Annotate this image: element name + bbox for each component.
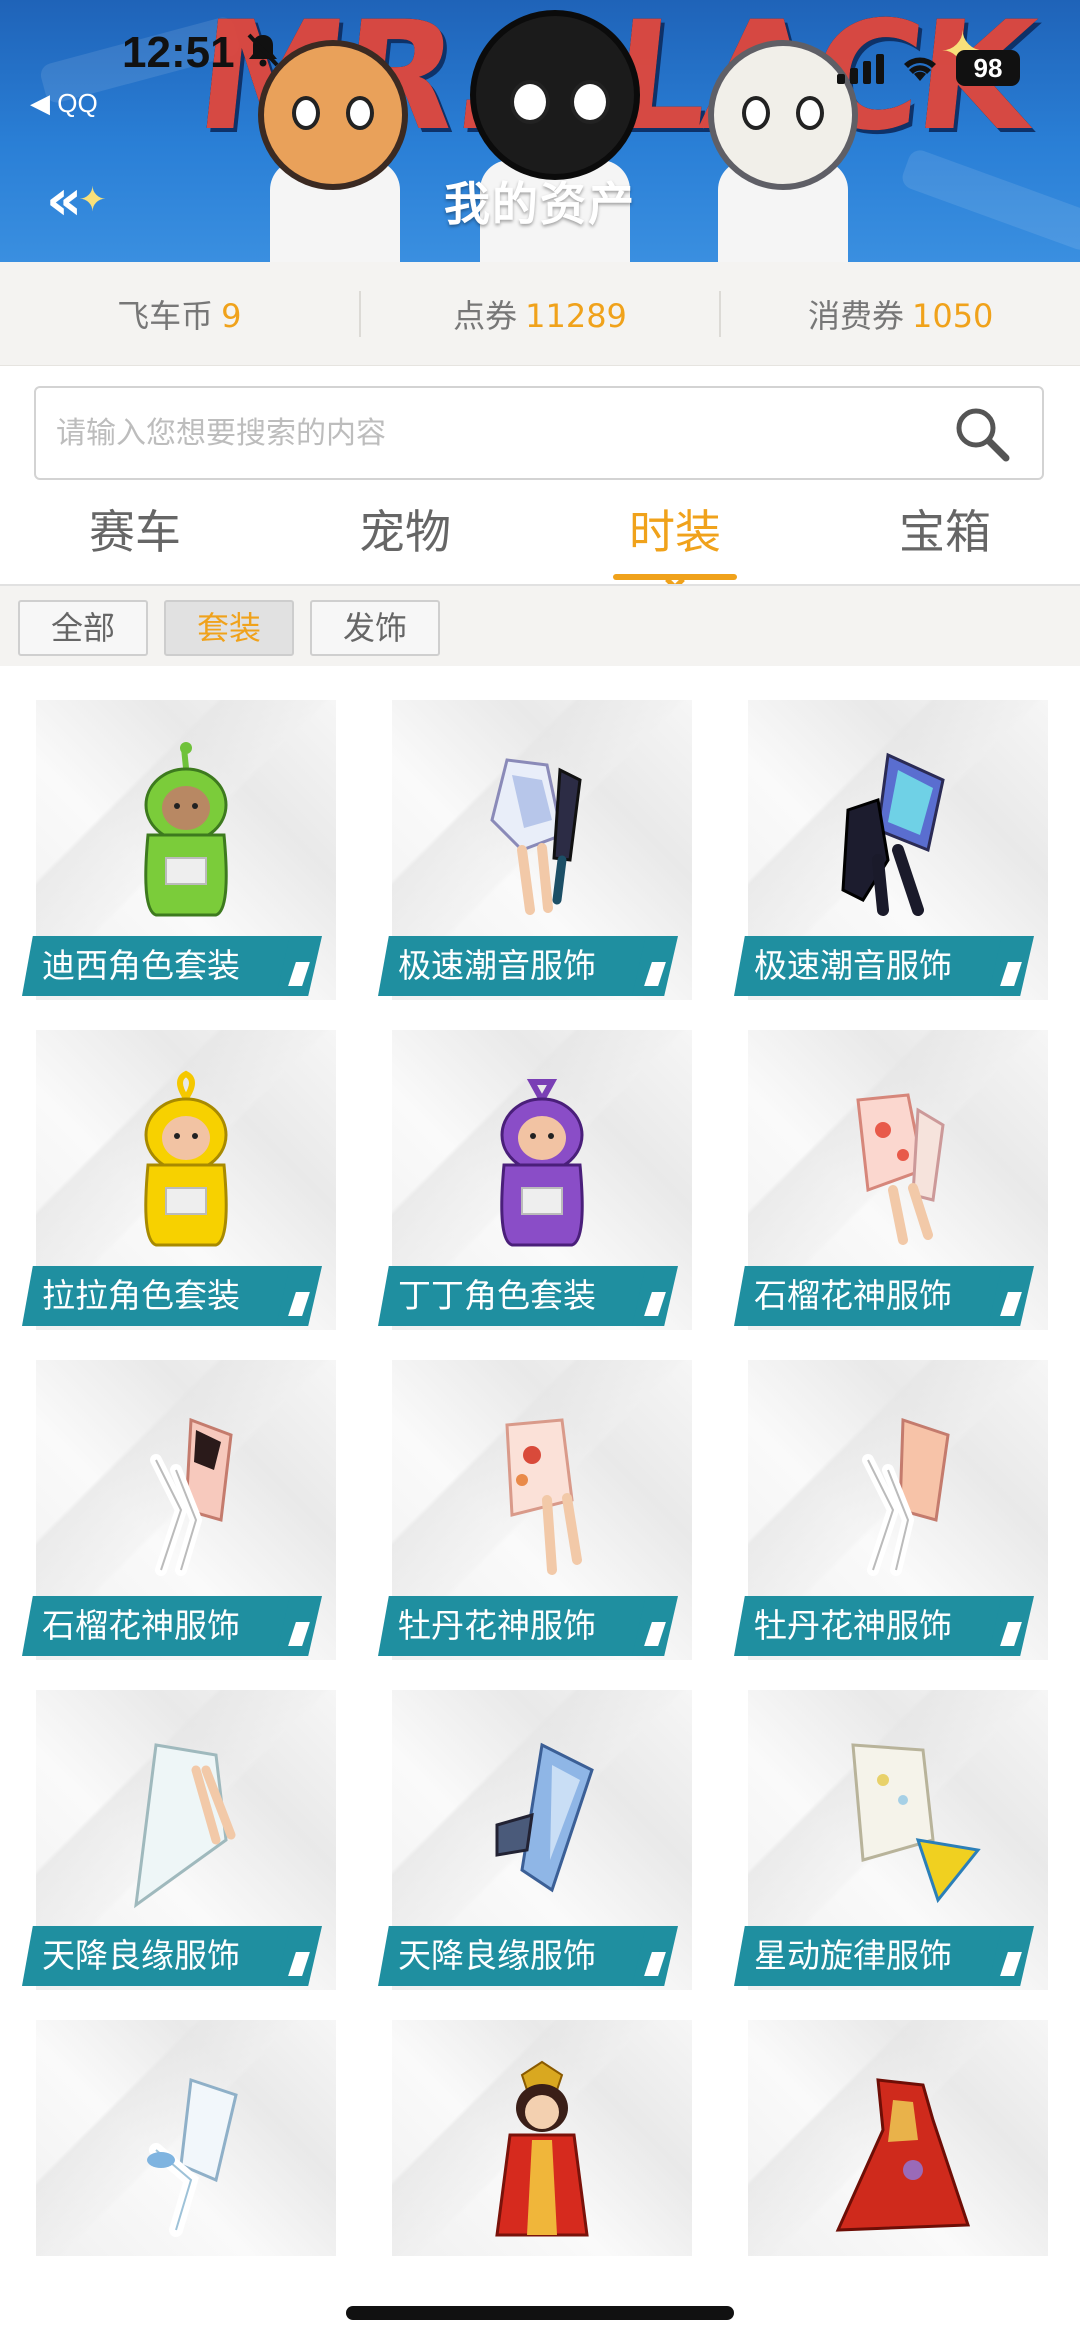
search-input[interactable] bbox=[56, 388, 936, 478]
item-card[interactable]: 极速潮音服饰 bbox=[378, 700, 692, 1000]
filter-hair-accessory[interactable]: 发饰 bbox=[310, 600, 440, 656]
search-box bbox=[34, 386, 1044, 480]
item-card[interactable]: 石榴花神服饰 bbox=[734, 1030, 1048, 1330]
tab-racecar[interactable]: 赛车 bbox=[0, 496, 270, 584]
item-card[interactable]: 迪西角色套装 bbox=[22, 700, 336, 1000]
tab-label: 赛车 bbox=[89, 505, 181, 559]
tab-pet[interactable]: 宠物 bbox=[270, 496, 540, 584]
currency-value: 1050 bbox=[911, 296, 994, 335]
peach-white-outfit-image bbox=[862, 1417, 950, 1576]
cellular-signal-icon bbox=[837, 52, 884, 84]
currency-value: 11289 bbox=[525, 296, 627, 335]
item-grid: 迪西角色套装 极速潮音服饰 极速潮音服饰 拉拉角色套装 丁丁角色套装 石榴花神服… bbox=[0, 666, 1080, 2266]
item-card[interactable] bbox=[36, 2020, 336, 2256]
black-blue-outfit-image bbox=[841, 752, 945, 916]
item-card[interactable]: 牡丹花神服饰 bbox=[734, 1360, 1048, 1660]
currency-points: 点券 11289 bbox=[361, 291, 720, 337]
filter-all[interactable]: 全部 bbox=[18, 600, 148, 656]
pink-floral-outfit-image bbox=[856, 1093, 945, 1245]
home-indicator[interactable] bbox=[346, 2306, 734, 2320]
item-label: 极速潮音服饰 bbox=[734, 936, 1004, 996]
green-teletubby-image bbox=[144, 742, 228, 917]
item-card[interactable]: 石榴花神服饰 bbox=[22, 1360, 336, 1660]
item-label: 石榴花神服饰 bbox=[22, 1596, 292, 1656]
currency-label: 消费券 bbox=[807, 296, 904, 335]
item-label: 极速潮音服饰 bbox=[378, 936, 648, 996]
back-to-app-link[interactable]: ◀ QQ bbox=[30, 88, 98, 119]
yellow-teletubby-image bbox=[144, 1070, 228, 1247]
tab-label: 时装 bbox=[629, 505, 721, 559]
item-card[interactable]: 牡丹花神服饰 bbox=[378, 1360, 692, 1660]
pink-white-outfit-image bbox=[150, 1417, 233, 1576]
item-card[interactable]: 丁丁角色套装 bbox=[378, 1030, 692, 1330]
red-empress-figure-image bbox=[495, 2060, 589, 2237]
item-card[interactable]: 拉拉角色套装 bbox=[22, 1030, 336, 1330]
tab-fashion[interactable]: 时装 bbox=[540, 496, 810, 591]
item-label: 丁丁角色套装 bbox=[378, 1266, 648, 1326]
header-banner: MR.BLACK ✦ 12:51 ◀ QQ 98 « ✦ 我的资产 bbox=[0, 0, 1080, 262]
battery-indicator: 98 bbox=[956, 50, 1020, 86]
filter-suit[interactable]: 套装 bbox=[164, 600, 294, 656]
search-icon[interactable] bbox=[952, 404, 1012, 464]
item-label: 拉拉角色套装 bbox=[22, 1266, 292, 1326]
silent-bell-icon bbox=[246, 32, 280, 77]
currency-feiche-coin: 飞车币 9 bbox=[0, 291, 359, 337]
item-label: 迪西角色套装 bbox=[22, 936, 292, 996]
peach-floral-outfit-image bbox=[505, 1418, 582, 1575]
item-label: 星动旋律服饰 bbox=[734, 1926, 1004, 1986]
black-cat-character bbox=[470, 10, 640, 180]
tab-label: 宠物 bbox=[359, 505, 451, 559]
page-title: 我的资产 bbox=[444, 177, 636, 231]
item-label: 石榴花神服饰 bbox=[734, 1266, 1004, 1326]
currency-label: 点券 bbox=[453, 296, 518, 335]
category-tabs: 赛车 宠物 时装 宝箱 bbox=[0, 496, 1080, 591]
item-label: 牡丹花神服饰 bbox=[734, 1596, 1004, 1656]
item-label: 天降良缘服饰 bbox=[378, 1926, 648, 1986]
filter-bar: 全部 套装 发饰 bbox=[0, 586, 1080, 666]
item-card[interactable]: 天降良缘服饰 bbox=[378, 1690, 692, 1990]
status-time: 12:51 bbox=[122, 28, 235, 77]
item-card[interactable]: 星动旋律服饰 bbox=[734, 1690, 1048, 1990]
currency-label: 飞车币 bbox=[117, 296, 214, 335]
item-card[interactable]: 极速潮音服饰 bbox=[734, 700, 1048, 1000]
white-gold-outfit-image bbox=[851, 1743, 981, 1904]
white-purple-outfit-image bbox=[490, 758, 582, 915]
blue-robe-outfit-image bbox=[495, 1742, 594, 1893]
white-blue-outfit-image bbox=[147, 2077, 238, 2237]
currency-bar: 飞车币 9 点券 11289 消费券 1050 bbox=[0, 262, 1080, 366]
currency-voucher: 消费券 1050 bbox=[721, 291, 1080, 337]
item-card[interactable] bbox=[392, 2020, 692, 2256]
tab-chest[interactable]: 宝箱 bbox=[810, 496, 1080, 584]
item-label: 牡丹花神服饰 bbox=[378, 1596, 648, 1656]
purple-teletubby-image bbox=[500, 1079, 584, 1247]
tab-label: 宝箱 bbox=[899, 505, 991, 559]
currency-value: 9 bbox=[221, 296, 242, 335]
item-card[interactable] bbox=[748, 2020, 1048, 2256]
white-veil-outfit-image bbox=[134, 1743, 236, 1909]
item-card[interactable]: 天降良缘服饰 bbox=[22, 1690, 336, 1990]
wifi-icon bbox=[898, 51, 942, 85]
red-dress-outfit-image bbox=[835, 2078, 971, 2232]
item-label: 天降良缘服饰 bbox=[22, 1926, 292, 1986]
status-icons: 98 bbox=[837, 48, 1020, 88]
